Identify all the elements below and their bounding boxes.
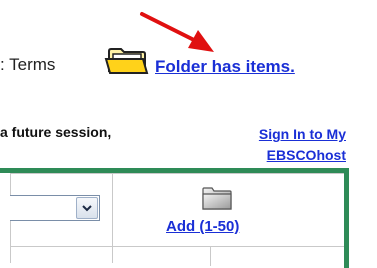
chevron-down-icon [82, 205, 92, 212]
session-prompt: a future session, [0, 124, 112, 140]
row-divider [10, 246, 344, 247]
add-to-folder-link[interactable]: Add (1-50) [166, 218, 239, 235]
folder-icon[interactable] [103, 45, 153, 77]
dropdown-button[interactable] [76, 197, 98, 219]
add-folder-icon[interactable] [201, 186, 233, 212]
cell-divider [112, 173, 113, 263]
sign-in-link[interactable]: Sign In to My EBSCOhost [204, 124, 346, 166]
folder-has-items-link[interactable]: Folder has items. [155, 57, 295, 77]
sort-select[interactable] [10, 195, 100, 221]
row-divider-cell [210, 246, 211, 266]
terms-label: : Terms [0, 55, 56, 74]
